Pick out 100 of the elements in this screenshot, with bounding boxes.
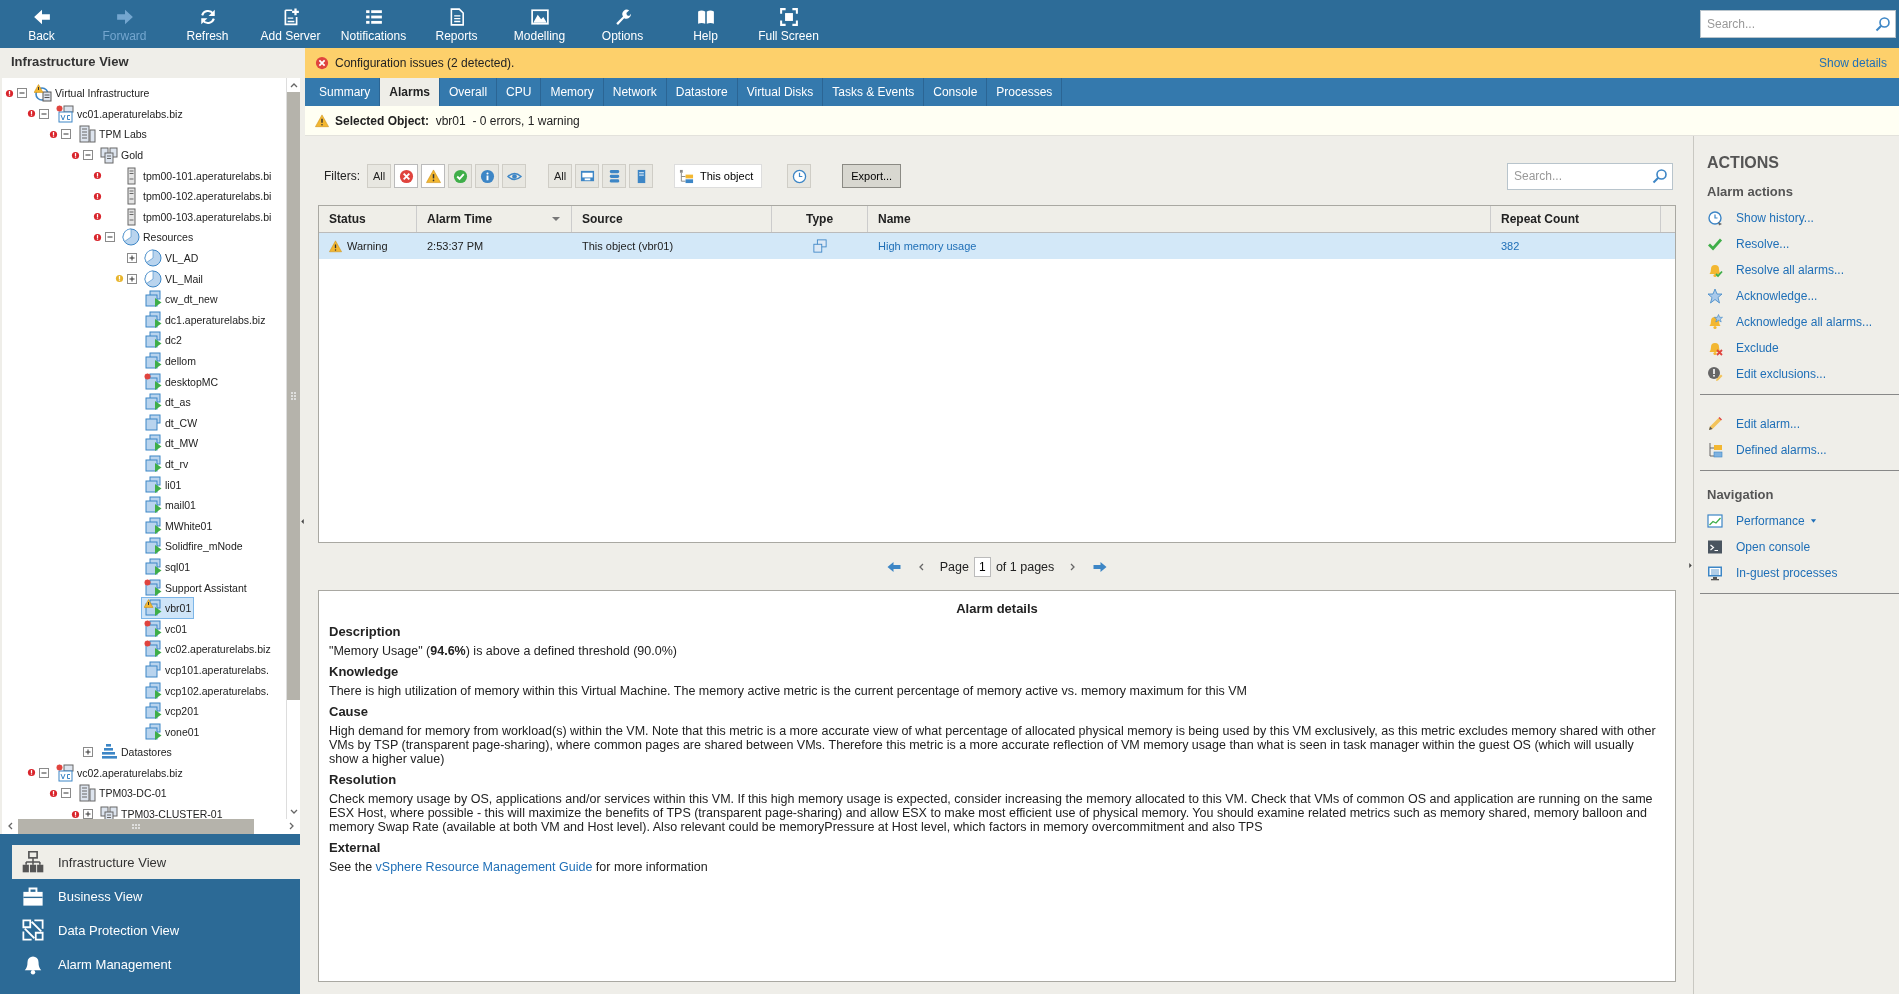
action-link[interactable]: Resolve...: [1736, 237, 1790, 251]
action-link[interactable]: Performance: [1736, 514, 1817, 528]
tree-item[interactable]: Resources: [119, 226, 197, 249]
tree-item[interactable]: sql01: [141, 555, 194, 578]
tree-item[interactable]: vone01: [141, 720, 203, 743]
expand-toggle[interactable]: [127, 253, 137, 264]
scope-button[interactable]: This object: [674, 164, 763, 188]
view-item[interactable]: Data Protection View: [12, 913, 300, 947]
tree-item[interactable]: dc1.aperaturelabs.biz: [141, 308, 269, 331]
tree-item[interactable]: vc02.aperaturelabs.biz: [141, 638, 274, 661]
expand-toggle[interactable]: [83, 809, 93, 819]
collapse-toggle[interactable]: [17, 88, 27, 99]
alarm-name-link[interactable]: High memory usage: [878, 240, 977, 252]
tree-item[interactable]: li01: [141, 473, 185, 496]
tree-item[interactable]: VL_AD: [141, 247, 202, 270]
tree-item[interactable]: mail01: [141, 494, 199, 517]
tree-item[interactable]: tpm00-103.aperaturelabs.bi: [119, 205, 275, 228]
action-link[interactable]: Defined alarms...: [1736, 443, 1827, 457]
action-link[interactable]: In-guest processes: [1736, 566, 1838, 580]
scrollbar-thumb[interactable]: [287, 92, 300, 700]
tree-item[interactable]: Support Assistant: [141, 576, 250, 599]
column-header[interactable]: Repeat Count: [1491, 206, 1661, 232]
expand-toggle[interactable]: [83, 747, 93, 758]
collapse-toggle[interactable]: [61, 129, 71, 140]
toolbar-button[interactable]: Full Screen: [747, 0, 830, 48]
filter-button[interactable]: All: [367, 164, 391, 188]
tree-item[interactable]: dt_MW: [141, 432, 202, 455]
view-item[interactable]: Alarm Management: [12, 947, 300, 981]
column-header[interactable]: Type: [772, 206, 868, 232]
collapse-toggle[interactable]: [39, 767, 49, 778]
tree-item[interactable]: Gold: [97, 144, 147, 167]
tree-item[interactable]: dt_as: [141, 391, 194, 414]
action-link[interactable]: Exclude: [1736, 341, 1779, 355]
tab[interactable]: Alarms: [380, 78, 441, 106]
toolbar-button[interactable]: Notifications: [332, 0, 415, 48]
tree-item[interactable]: vcp102.aperaturelabs.: [141, 679, 272, 702]
tree-item[interactable]: dt_rv: [141, 453, 192, 475]
tree-item[interactable]: dt_CW: [141, 411, 201, 434]
toolbar-button[interactable]: Add Server: [249, 0, 332, 48]
last-page-button[interactable]: [1092, 560, 1109, 573]
action-link[interactable]: Acknowledge...: [1736, 289, 1818, 303]
tree-item[interactable]: vc01.aperaturelabs.biz: [53, 102, 186, 125]
toolbar-button[interactable]: Modelling: [498, 0, 581, 48]
tree-item[interactable]: dc2: [141, 329, 185, 352]
tree-item[interactable]: vc02.aperaturelabs.biz: [53, 761, 186, 784]
toolbar-button[interactable]: Reports: [415, 0, 498, 48]
scrollbar-thumb[interactable]: [18, 819, 254, 834]
collapse-toggle[interactable]: [105, 232, 115, 243]
filter-button[interactable]: [602, 164, 626, 188]
tree-item[interactable]: TPM Labs: [75, 123, 150, 146]
collapse-toggle[interactable]: [83, 150, 93, 161]
scrollbar[interactable]: [286, 78, 300, 819]
search-field[interactable]: Search...: [1700, 10, 1896, 38]
view-item[interactable]: Infrastructure View: [12, 845, 300, 879]
tree-item[interactable]: Solidfire_mNode: [141, 535, 246, 558]
view-item[interactable]: Business View: [12, 879, 300, 913]
collapse-toggle[interactable]: [39, 108, 49, 119]
tree-item[interactable]: vbr01: [141, 597, 195, 620]
show-details-link[interactable]: Show details: [1818, 56, 1887, 70]
time-filter-button[interactable]: [787, 164, 812, 188]
tree-item[interactable]: Virtual Infrastructure: [31, 82, 153, 105]
first-page-button[interactable]: [885, 560, 902, 573]
tree-item[interactable]: vcp101.aperaturelabs.: [141, 658, 272, 681]
tree-item[interactable]: vcp201: [141, 700, 202, 723]
filter-button[interactable]: [421, 164, 445, 188]
collapse-toggle[interactable]: [61, 788, 71, 799]
action-link[interactable]: Acknowledge all alarms...: [1736, 315, 1873, 329]
tree-item[interactable]: TPM03-CLUSTER-01: [97, 803, 226, 819]
tree-item[interactable]: desktopMC: [141, 370, 222, 393]
filter-button[interactable]: [629, 164, 653, 188]
action-link[interactable]: Edit alarm...: [1736, 417, 1801, 431]
expand-toggle[interactable]: [127, 273, 137, 284]
tree-item[interactable]: MWhite01: [141, 514, 216, 537]
tree-item[interactable]: tpm00-102.aperaturelabs.bi: [119, 185, 275, 208]
action-link[interactable]: Show history...: [1736, 211, 1814, 225]
column-header[interactable]: Source: [572, 206, 772, 232]
page-input[interactable]: 1: [973, 556, 991, 577]
column-header[interactable]: Name: [868, 206, 1491, 232]
tree-item[interactable]: TPM03-DC-01: [75, 782, 170, 805]
search-field[interactable]: Search...: [1507, 162, 1673, 190]
tree-item[interactable]: Datastores: [97, 741, 175, 764]
filter-button[interactable]: [575, 164, 599, 188]
toolbar-button[interactable]: Help: [664, 0, 747, 48]
tree-item[interactable]: tpm00-101.aperaturelabs.bi: [119, 164, 275, 187]
filter-button[interactable]: [448, 164, 472, 188]
tree-item[interactable]: vc01: [141, 617, 191, 640]
tree-item[interactable]: VL_Mail: [141, 267, 206, 290]
toolbar-button[interactable]: Refresh: [166, 0, 249, 48]
filter-button[interactable]: [394, 164, 418, 188]
column-header[interactable]: Alarm Time: [417, 206, 572, 232]
action-link[interactable]: Edit exclusions...: [1736, 367, 1827, 381]
toolbar-button[interactable]: Back: [0, 0, 83, 48]
tree-item[interactable]: dellom: [141, 350, 199, 372]
export-button[interactable]: Export...: [842, 164, 902, 188]
filter-button[interactable]: [502, 164, 526, 188]
filter-button[interactable]: All: [548, 164, 572, 188]
toolbar-button[interactable]: Options: [581, 0, 664, 48]
guide-link[interactable]: vSphere Resource Management Guide: [375, 860, 593, 874]
tree-item[interactable]: cw_dt_new: [141, 288, 221, 311]
table-row[interactable]: Warning 2:53:37 PM This object (vbr01) High memory usage 382: [319, 233, 1675, 259]
